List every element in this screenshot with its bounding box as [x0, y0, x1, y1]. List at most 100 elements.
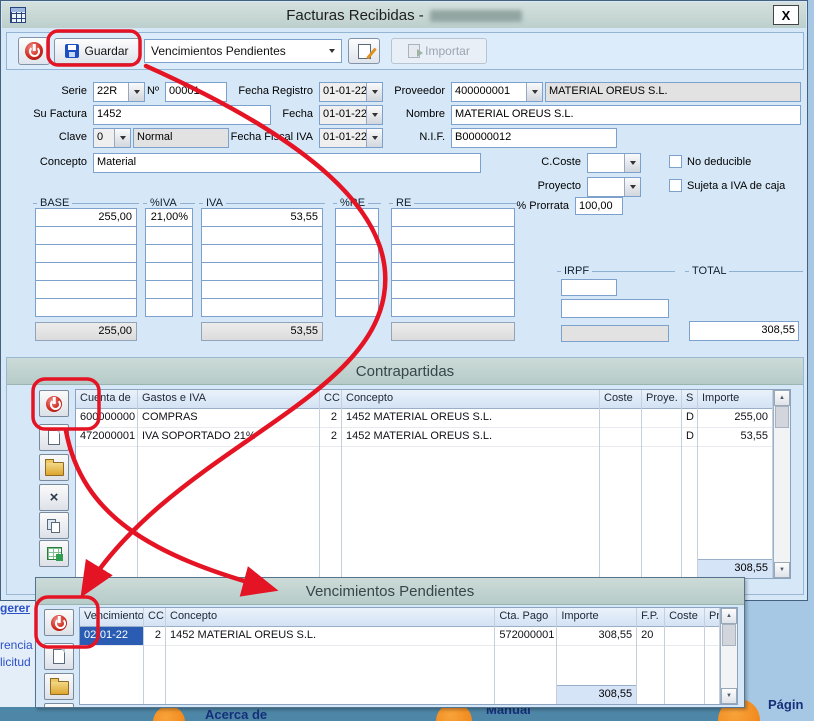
iva-cell[interactable] [201, 244, 323, 263]
column-header[interactable]: Concepto [342, 390, 599, 409]
nombre-field[interactable]: MATERIAL OREUS S.L. [451, 105, 801, 125]
background-link-gerer[interactable]: gerer [0, 601, 30, 615]
numero-field[interactable]: 00001 [165, 82, 227, 102]
proyecto-dropdown-button[interactable] [624, 178, 640, 196]
table-cell[interactable]: D [682, 409, 697, 428]
table-cell[interactable] [600, 409, 641, 428]
re-cell[interactable] [391, 280, 515, 299]
re-cell[interactable] [391, 244, 515, 263]
background-item-pagina[interactable]: Págin [768, 697, 803, 712]
fecha-combo[interactable]: 01-01-22 [319, 105, 383, 125]
table-cell[interactable]: 53,55 [698, 428, 772, 447]
proyecto-combo[interactable] [587, 177, 641, 197]
table-cell[interactable]: 308,55 [557, 627, 636, 646]
column-header[interactable]: CC [144, 608, 165, 627]
pre-cell[interactable] [335, 280, 379, 299]
table-cell[interactable] [600, 428, 641, 447]
pre-cell[interactable] [335, 226, 379, 245]
vencimientos-open-button[interactable] [44, 673, 74, 700]
table-cell[interactable]: 255,00 [698, 409, 772, 428]
column-header[interactable]: Pr [705, 608, 719, 627]
fecha-fiscal-iva-combo[interactable]: 01-01-22 [319, 128, 383, 148]
column-header[interactable]: Proye. [642, 390, 681, 409]
column-header[interactable]: Importe [698, 390, 772, 409]
base-cell[interactable] [35, 226, 137, 245]
fecha-registro-dropdown-button[interactable] [366, 83, 382, 101]
re-cell[interactable] [391, 208, 515, 227]
table-cell[interactable]: 1452 MATERIAL OREUS S.L. [342, 428, 599, 447]
re-cell[interactable] [391, 262, 515, 281]
vencimientos-scrollbar[interactable]: ▲ ▼ [720, 608, 737, 704]
table-cell[interactable] [665, 627, 704, 646]
table-cell[interactable]: IVA SOPORTADO 21% [138, 428, 319, 447]
fecha-fiscal-iva-dropdown-button[interactable] [366, 129, 382, 147]
clave-combo[interactable]: 0 [93, 128, 131, 148]
pre-cell[interactable] [335, 244, 379, 263]
irpf-pct-field[interactable] [561, 279, 617, 296]
piva-cell[interactable]: 21,00% [145, 208, 193, 227]
contrapartidas-exit-button[interactable] [39, 390, 69, 417]
edit-button[interactable] [348, 38, 380, 64]
table-cell[interactable] [642, 409, 681, 428]
scroll-up-icon[interactable]: ▲ [774, 390, 790, 406]
sujeta-iva-caja-checkbox[interactable] [669, 179, 682, 192]
table-cell[interactable]: 2 [144, 627, 165, 646]
view-dropdown[interactable]: Vencimientos Pendientes [144, 39, 342, 63]
irpf-amount-field[interactable] [561, 299, 669, 318]
table-cell[interactable] [642, 428, 681, 447]
re-cell[interactable] [391, 298, 515, 317]
c-coste-dropdown-button[interactable] [624, 154, 640, 172]
table-cell[interactable]: 20 [637, 627, 664, 646]
vencimientos-new-button[interactable] [44, 643, 74, 670]
column-header[interactable]: Cta. Pago [495, 608, 556, 627]
iva-cell[interactable] [201, 298, 323, 317]
column-header[interactable]: Gastos e IVA [138, 390, 319, 409]
column-header[interactable]: S [682, 390, 697, 409]
fecha-registro-combo[interactable]: 01-01-22 [319, 82, 383, 102]
column-header[interactable]: Coste [600, 390, 641, 409]
scrollbar-thumb[interactable] [722, 624, 736, 646]
prorrata-field[interactable]: 100,00 [575, 197, 623, 215]
piva-cell[interactable] [145, 244, 193, 263]
table-cell[interactable]: 472000001 [76, 428, 137, 447]
title-bar[interactable]: Facturas Recibidas - X [2, 2, 806, 28]
table-cell[interactable]: 1452 MATERIAL OREUS S.L. [342, 409, 599, 428]
piva-cell[interactable] [145, 298, 193, 317]
contrapartidas-delete-button[interactable]: × [39, 484, 69, 511]
column-header[interactable]: Importe [557, 608, 636, 627]
proveedor-combo[interactable]: 400000001 [451, 82, 543, 102]
column-header[interactable]: Concepto [166, 608, 494, 627]
piva-cell[interactable] [145, 280, 193, 299]
scrollbar-thumb[interactable] [775, 406, 789, 428]
guardar-button[interactable]: Guardar [54, 38, 140, 64]
close-button[interactable]: X [773, 5, 799, 25]
scroll-up-icon[interactable]: ▲ [721, 608, 737, 624]
vencimientos-exit-button[interactable] [44, 609, 74, 636]
exit-button[interactable] [18, 37, 50, 65]
contrapartidas-export-button[interactable] [39, 540, 69, 567]
base-cell[interactable] [35, 262, 137, 281]
table-cell[interactable]: 2 [320, 409, 341, 428]
column-header[interactable]: Coste [665, 608, 704, 627]
iva-cell[interactable] [201, 262, 323, 281]
piva-cell[interactable] [145, 262, 193, 281]
concepto-field[interactable]: Material [93, 153, 481, 173]
table-cell-selected[interactable]: 02-01-22 [80, 627, 143, 646]
scroll-down-icon[interactable]: ▼ [721, 688, 737, 704]
piva-cell[interactable] [145, 226, 193, 245]
su-factura-field[interactable]: 1452 [93, 105, 271, 125]
base-cell[interactable]: 255,00 [35, 208, 137, 227]
background-item-acerca-de[interactable]: Acerca de [205, 707, 267, 721]
contrapartidas-new-button[interactable] [39, 424, 69, 451]
iva-cell[interactable] [201, 226, 323, 245]
column-header[interactable]: Cuenta de [76, 390, 137, 409]
contrapartidas-open-button[interactable] [39, 454, 69, 481]
no-deducible-checkbox[interactable] [669, 155, 682, 168]
table-cell[interactable]: D [682, 428, 697, 447]
table-cell[interactable] [705, 627, 719, 646]
re-cell[interactable] [391, 226, 515, 245]
clave-dropdown-button[interactable] [114, 129, 130, 147]
base-cell[interactable] [35, 298, 137, 317]
contrapartidas-copy-button[interactable] [39, 512, 69, 539]
base-cell[interactable] [35, 280, 137, 299]
